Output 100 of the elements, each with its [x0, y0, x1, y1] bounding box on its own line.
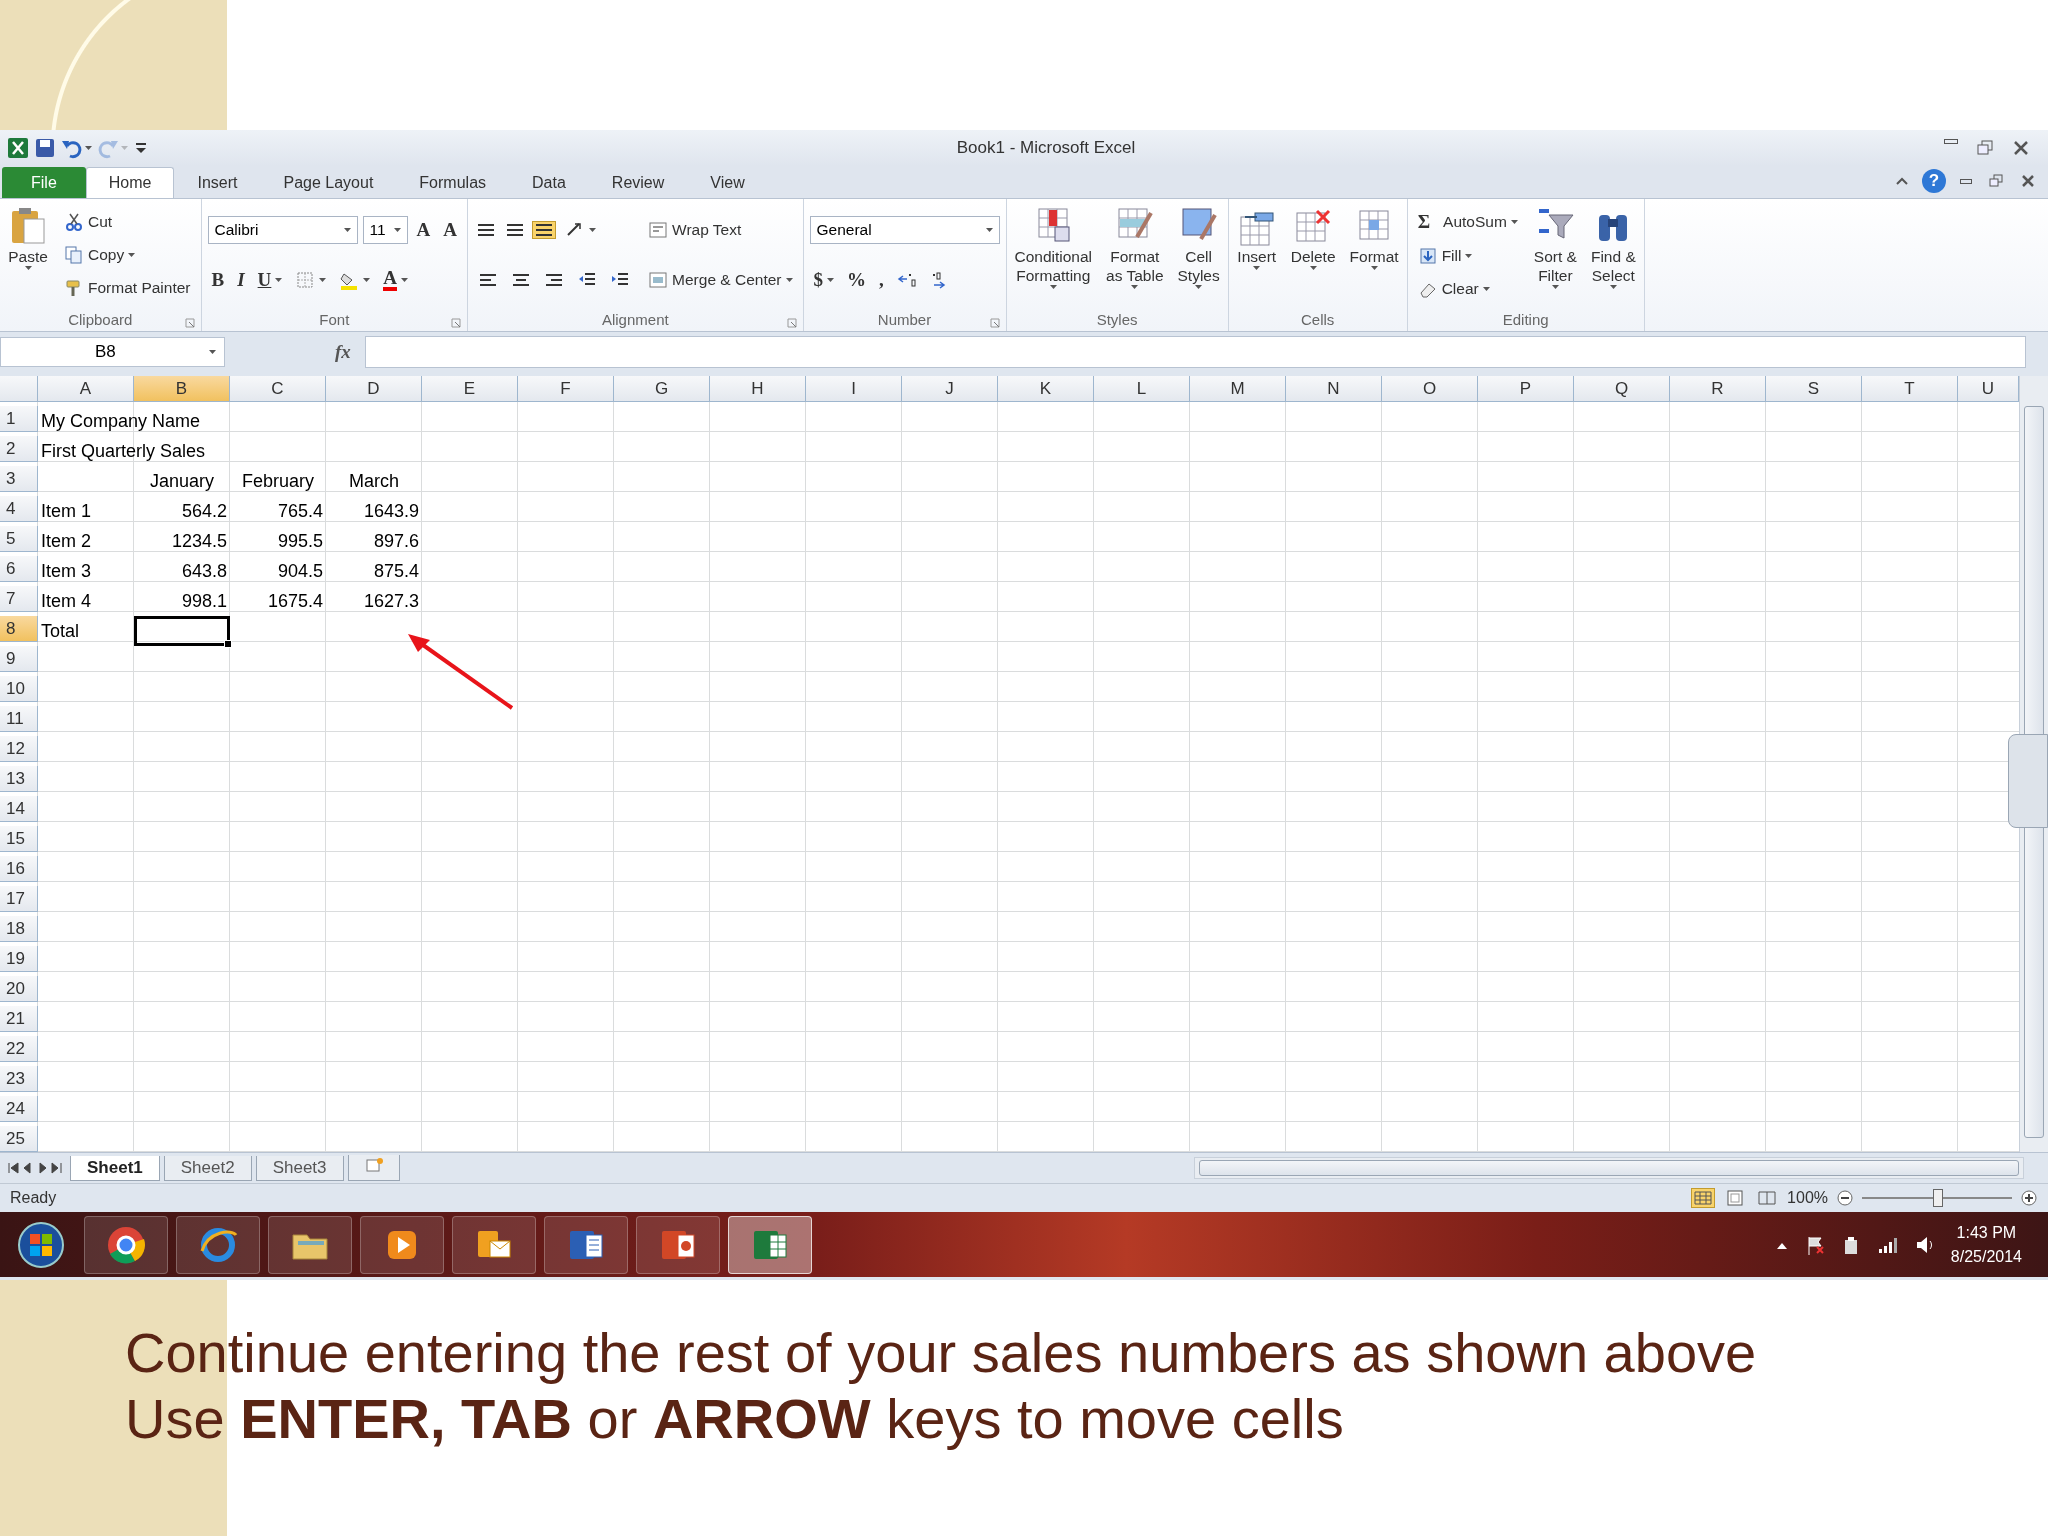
- ribbon-tab[interactable]: Data: [509, 167, 589, 198]
- quick-access-button[interactable]: [33, 136, 57, 160]
- slider-thumb[interactable]: [1933, 1189, 1943, 1207]
- column-header[interactable]: H: [710, 376, 806, 402]
- row-header[interactable]: 15: [0, 826, 38, 852]
- quick-access-button[interactable]: [6, 136, 30, 160]
- row-header[interactable]: 11: [0, 706, 38, 732]
- ribbon-tab[interactable]: Insert: [174, 167, 261, 198]
- toolbar-button[interactable]: I: [233, 266, 249, 294]
- toolbar-button[interactable]: A: [412, 216, 435, 244]
- column-header[interactable]: P: [1478, 376, 1574, 402]
- row-header[interactable]: 13: [0, 766, 38, 792]
- row-header[interactable]: 6: [0, 556, 38, 582]
- toolbar-button[interactable]: B: [207, 266, 229, 294]
- ribbon-button[interactable]: Format Painter: [60, 275, 195, 302]
- column-header[interactable]: B: [134, 376, 230, 402]
- ribbon-tab[interactable]: Review: [588, 167, 688, 198]
- sheet-tab[interactable]: Sheet3: [255, 1155, 344, 1181]
- column-header[interactable]: S: [1766, 376, 1862, 402]
- taskbar-button[interactable]: [452, 1215, 536, 1274]
- column-header[interactable]: R: [1670, 376, 1766, 402]
- column-header[interactable]: O: [1382, 376, 1478, 402]
- toolbar-button[interactable]: A: [379, 266, 413, 294]
- ribbon-button[interactable]: Clear: [1413, 275, 1494, 302]
- ribbon-tab[interactable]: File: [2, 167, 86, 198]
- dropdown-field[interactable]: General: [809, 216, 1000, 244]
- ribbon-button[interactable]: Copy: [60, 242, 140, 268]
- column-header[interactable]: F: [518, 376, 614, 402]
- toolbar-button[interactable]: %: [843, 266, 870, 294]
- row-header[interactable]: 14: [0, 796, 38, 822]
- row-header[interactable]: 5: [0, 526, 38, 552]
- taskbar-button[interactable]: [360, 1215, 444, 1274]
- ribbon-button[interactable]: Paste: [6, 203, 50, 307]
- toolbar-button[interactable]: A: [439, 216, 462, 244]
- minimize-button[interactable]: [1958, 176, 1974, 186]
- taskbar-button[interactable]: [84, 1215, 168, 1274]
- row-header[interactable]: 12: [0, 736, 38, 762]
- ribbon-button[interactable]: Format as Table: [1104, 203, 1166, 307]
- ribbon-button[interactable]: Cut: [60, 208, 117, 235]
- row-header[interactable]: 2: [0, 436, 38, 462]
- row-header[interactable]: 1: [0, 406, 38, 432]
- toolbar-button[interactable]: U: [253, 266, 287, 294]
- toolbar-button[interactable]: ,: [875, 266, 888, 294]
- view-button[interactable]: [1691, 1188, 1716, 1208]
- column-header[interactable]: L: [1094, 376, 1190, 402]
- ribbon-tab[interactable]: Formulas: [396, 167, 510, 198]
- taskbar-button[interactable]: [268, 1215, 352, 1274]
- sheet-tab[interactable]: Sheet2: [163, 1155, 252, 1181]
- column-header[interactable]: G: [614, 376, 710, 402]
- ribbon-tab[interactable]: Page Layout: [260, 167, 397, 198]
- column-header[interactable]: N: [1286, 376, 1382, 402]
- fill-handle[interactable]: [224, 640, 232, 648]
- autosum-button[interactable]: AutoSum: [1439, 210, 1522, 235]
- column-header[interactable]: T: [1862, 376, 1958, 402]
- row-header[interactable]: 19: [0, 946, 38, 972]
- column-header[interactable]: U: [1958, 376, 2019, 402]
- row-header[interactable]: 24: [0, 1096, 38, 1122]
- toolbar-button[interactable]: [532, 221, 557, 239]
- dropdown-field[interactable]: 11: [362, 216, 408, 244]
- ribbon-button[interactable]: Delete: [1288, 203, 1338, 307]
- column-header[interactable]: M: [1190, 376, 1286, 402]
- row-header[interactable]: 9: [0, 646, 38, 672]
- row-header[interactable]: 10: [0, 676, 38, 702]
- ribbon-button[interactable]: Merge & Center: [644, 267, 797, 293]
- toolbar-button[interactable]: $: [809, 266, 838, 294]
- ribbon-button[interactable]: Find & Select: [1588, 203, 1638, 307]
- ribbon-button[interactable]: Insert: [1234, 203, 1279, 307]
- column-header[interactable]: J: [902, 376, 998, 402]
- help-button[interactable]: ?: [1922, 169, 1946, 193]
- column-header[interactable]: A: [38, 376, 134, 402]
- column-header[interactable]: Q: [1574, 376, 1670, 402]
- ribbon-button[interactable]: Conditional Formatting: [1012, 203, 1095, 307]
- toolbar-button[interactable]: Σ: [1413, 208, 1435, 237]
- taskbar-button[interactable]: [176, 1215, 260, 1274]
- row-header[interactable]: 20: [0, 976, 38, 1002]
- ribbon-button[interactable]: Fill: [1413, 243, 1477, 269]
- row-header[interactable]: 8: [0, 616, 38, 642]
- row-header[interactable]: 4: [0, 496, 38, 522]
- name-box[interactable]: B8: [0, 337, 225, 367]
- side-panel-handle[interactable]: [2008, 734, 2048, 828]
- dropdown-field[interactable]: Calibri: [207, 216, 358, 244]
- column-header[interactable]: C: [230, 376, 326, 402]
- row-header[interactable]: 3: [0, 466, 38, 492]
- taskbar-button[interactable]: [636, 1215, 720, 1274]
- row-header[interactable]: 18: [0, 916, 38, 942]
- row-header[interactable]: 16: [0, 856, 38, 882]
- ribbon-button[interactable]: Wrap Text: [644, 217, 746, 243]
- taskbar-button[interactable]: [728, 1215, 812, 1274]
- sheet-tab[interactable]: Sheet1: [70, 1155, 160, 1181]
- scroll-thumb[interactable]: [1199, 1160, 2019, 1176]
- selected-cell[interactable]: [134, 616, 230, 646]
- row-header[interactable]: 21: [0, 1006, 38, 1032]
- row-header[interactable]: 7: [0, 586, 38, 612]
- taskbar-button[interactable]: [544, 1215, 628, 1274]
- horizontal-scrollbar[interactable]: [1194, 1157, 2024, 1179]
- column-header[interactable]: D: [326, 376, 422, 402]
- ribbon-tab[interactable]: Home: [85, 167, 175, 198]
- column-header[interactable]: K: [998, 376, 1094, 402]
- column-header[interactable]: I: [806, 376, 902, 402]
- row-header[interactable]: 17: [0, 886, 38, 912]
